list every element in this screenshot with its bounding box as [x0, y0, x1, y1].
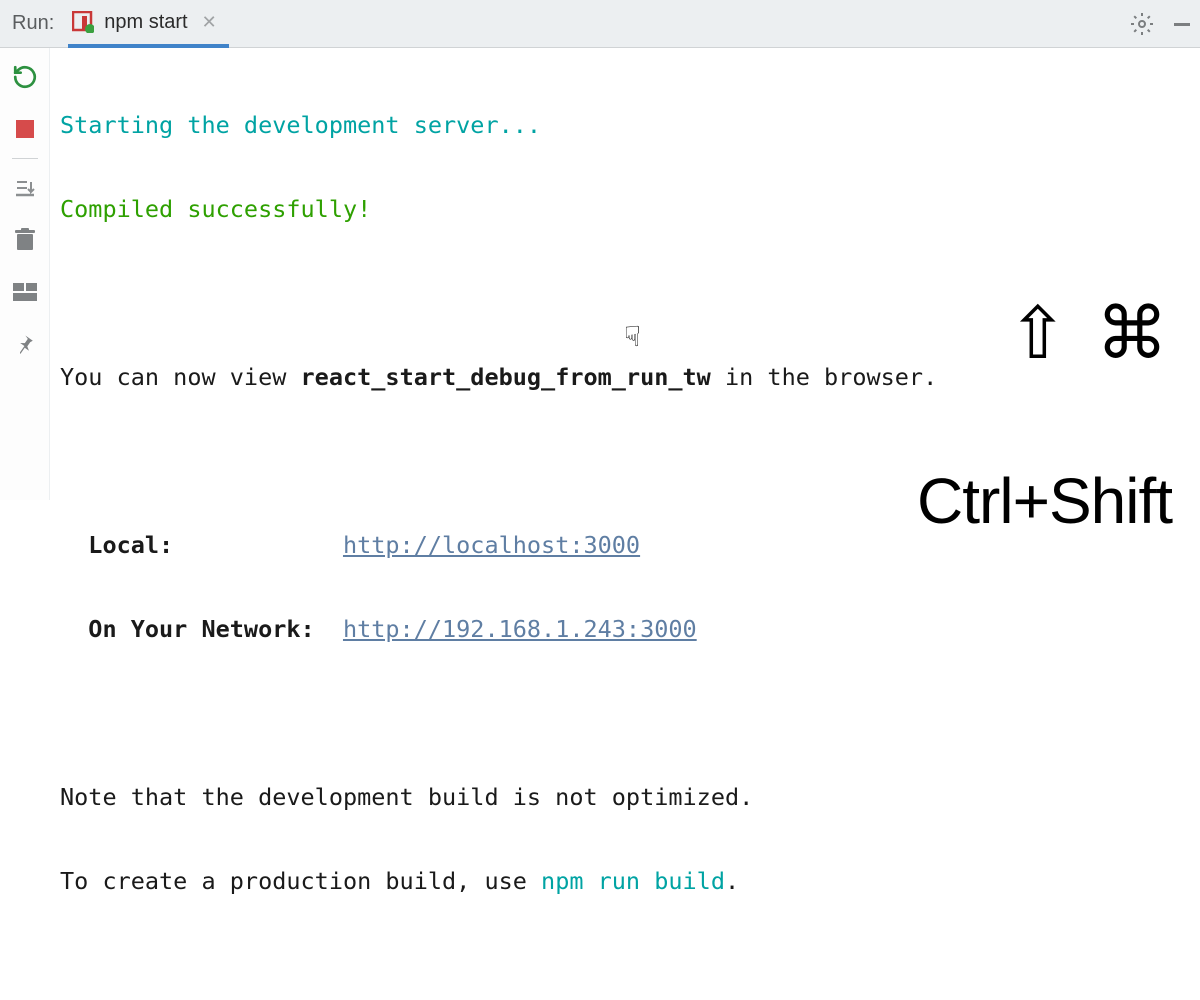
scroll-to-end-button[interactable] — [10, 173, 40, 203]
gear-icon[interactable] — [1130, 12, 1154, 36]
run-label: Run: — [8, 12, 54, 35]
minimize-icon[interactable] — [1172, 14, 1192, 34]
console-line: On Your Network: http://192.168.1.243:30… — [60, 608, 1190, 650]
stop-button[interactable] — [10, 114, 40, 144]
text: You can now view — [60, 363, 301, 391]
tab-label: npm start — [104, 11, 187, 34]
app-name: react_start_debug_from_run_tw — [301, 363, 711, 391]
console-line: You can now view react_start_debug_from_… — [60, 356, 1190, 398]
local-label: Local: — [88, 531, 173, 559]
text: To create a production build, use — [60, 867, 541, 895]
divider — [12, 158, 38, 159]
console-output[interactable]: Starting the development server... Compi… — [50, 48, 1200, 500]
console-line — [60, 440, 1190, 482]
console-line: Local: http://localhost:3000 — [60, 524, 1190, 566]
console-line — [60, 272, 1190, 314]
npm-icon — [72, 11, 94, 33]
npm-build-cmd: npm run build — [541, 867, 725, 895]
run-config-tab[interactable]: npm start ✕ — [68, 1, 228, 48]
run-panel-header: Run: npm start ✕ — [0, 0, 1200, 48]
rerun-button[interactable] — [10, 62, 40, 92]
console-line: Note that the development build is not o… — [60, 776, 1190, 818]
layout-icon[interactable] — [10, 277, 40, 307]
console-line: Compiled successfully! — [60, 188, 1190, 230]
network-label: On Your Network: — [88, 615, 314, 643]
console-line — [60, 692, 1190, 734]
text: in the browser. — [711, 363, 937, 391]
console-line: Starting the development server... — [60, 104, 1190, 146]
pin-icon[interactable] — [10, 329, 40, 359]
close-tab-icon[interactable]: ✕ — [202, 12, 217, 33]
network-url-link[interactable]: http://192.168.1.243:3000 — [343, 615, 697, 643]
delete-icon[interactable] — [10, 225, 40, 255]
header-actions — [1130, 12, 1192, 36]
run-toolbar — [0, 48, 50, 500]
local-url-link[interactable]: http://localhost:3000 — [343, 531, 640, 559]
console-line: To create a production build, use npm ru… — [60, 860, 1190, 902]
mouse-cursor-icon: ☟ — [624, 316, 641, 358]
text: . — [725, 867, 739, 895]
